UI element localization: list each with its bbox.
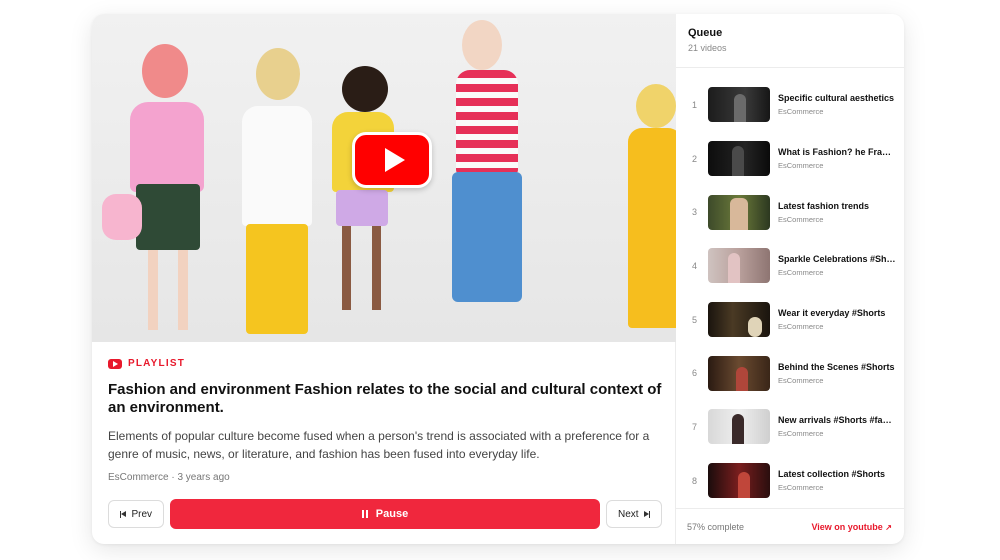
external-link-icon: ↗ <box>885 522 892 532</box>
queue-item-thumbnail <box>708 463 770 499</box>
queue-item-thumbnail <box>708 194 770 230</box>
queue-item-thumbnail <box>708 302 770 338</box>
play-icon <box>384 148 405 172</box>
skip-previous-icon <box>119 510 127 518</box>
view-on-youtube-label: View on youtube <box>811 521 883 532</box>
queue-item-title: Latest fashion trends <box>778 200 870 211</box>
queue-item-number: 5 <box>692 314 698 325</box>
queue-item[interactable]: 2 What is Fashion? he Fragrance EsCommer… <box>676 132 904 186</box>
queue-item-channel: EsCommerce <box>778 429 824 439</box>
queue-item-number: 7 <box>692 421 698 432</box>
queue-count: 21 videos <box>688 43 727 53</box>
pause-label: Pause <box>375 508 409 520</box>
queue-item[interactable]: 6 Behind the Scenes #Shorts EsCommerce <box>676 346 904 400</box>
queue-item-title: Latest collection #Shorts <box>778 469 886 480</box>
playlist-label: PLAYLIST <box>128 358 186 369</box>
queue-item-number: 2 <box>692 153 698 164</box>
queue-item-title: Behind the Scenes #Shorts <box>778 361 895 372</box>
queue-item-channel: EsCommerce <box>778 107 824 117</box>
queue-item-thumbnail <box>708 355 770 391</box>
queue-item-number: 8 <box>692 475 698 486</box>
queue-title: Queue <box>688 27 723 39</box>
playlist-player-card: PLAYLIST Fashion and environment Fashion… <box>92 14 904 544</box>
player-panel: PLAYLIST Fashion and environment Fashion… <box>92 14 676 544</box>
next-label: Next <box>617 508 639 520</box>
queue-item[interactable]: 4 Sparkle Celebrations #Shorts EsCommerc… <box>676 239 904 293</box>
progress-text: 57% complete <box>687 521 745 532</box>
playlist-badge: PLAYLIST <box>108 358 664 369</box>
queue-item-number: 4 <box>692 260 698 271</box>
video-thumbnail[interactable] <box>92 14 676 342</box>
queue-item-channel: EsCommerce <box>778 161 824 171</box>
view-on-youtube-link[interactable]: View on youtube ↗ <box>811 522 892 532</box>
video-meta: EsCommerce · 3 years ago <box>108 472 230 483</box>
queue-item-channel: EsCommerce <box>778 268 824 278</box>
player-controls: Prev Pause Next <box>108 499 662 529</box>
queue-item-thumbnail <box>708 248 770 284</box>
video-description: Elements of popular culture become fused… <box>108 429 650 461</box>
prev-label: Prev <box>131 508 153 520</box>
pause-icon <box>361 510 368 518</box>
queue-item[interactable]: 8 Latest collection #Shorts EsCommerce <box>676 454 904 508</box>
queue-item-number: 1 <box>692 99 698 110</box>
queue-item[interactable]: 7 New arrivals #Shorts #fashion EsCommer… <box>676 400 904 454</box>
queue-item-title: Specific cultural aesthetics <box>778 93 895 104</box>
queue-item-title: What is Fashion? he Fragrance <box>778 147 896 158</box>
dancer-figure <box>232 48 322 342</box>
queue-footer: 57% complete View on youtube ↗ <box>676 508 904 544</box>
queue-list: 1 Specific cultural aesthetics EsCommerc… <box>676 78 904 508</box>
queue-item-thumbnail <box>708 87 770 123</box>
prev-button[interactable]: Prev <box>108 500 164 528</box>
dancer-figure <box>328 66 398 342</box>
queue-item-channel: EsCommerce <box>778 483 824 493</box>
queue-item-thumbnail <box>708 409 770 445</box>
dancer-figure <box>102 44 212 342</box>
queue-item-thumbnail <box>708 141 770 177</box>
skip-next-icon <box>643 510 651 518</box>
queue-item-number: 3 <box>692 207 698 218</box>
queue-header: Queue 21 videos <box>676 14 904 68</box>
queue-item-title: Sparkle Celebrations #Shorts <box>778 254 896 265</box>
queue-sidebar: Queue 21 videos 1 Specific cultural aest… <box>676 14 904 544</box>
youtube-icon <box>108 358 122 369</box>
dancer-figure <box>622 84 676 342</box>
queue-item-number: 6 <box>692 368 698 379</box>
queue-item-channel: EsCommerce <box>778 322 824 332</box>
queue-item[interactable]: 3 Latest fashion trends EsCommerce <box>676 185 904 239</box>
pause-button[interactable]: Pause <box>170 499 600 529</box>
video-info: PLAYLIST Fashion and environment Fashion… <box>108 358 664 483</box>
dancer-figure <box>448 14 528 332</box>
play-button[interactable] <box>352 132 432 188</box>
queue-item-title: New arrivals #Shorts #fashion <box>778 415 896 426</box>
queue-item-channel: EsCommerce <box>778 214 824 224</box>
queue-item[interactable]: 1 Specific cultural aesthetics EsCommerc… <box>676 78 904 132</box>
queue-item-channel: EsCommerce <box>778 375 824 385</box>
video-title: Fashion and environment Fashion relates … <box>108 381 662 416</box>
queue-item-title: Wear it everyday #Shorts <box>778 308 886 319</box>
queue-item[interactable]: 5 Wear it everyday #Shorts EsCommerce <box>676 293 904 347</box>
next-button[interactable]: Next <box>606 500 662 528</box>
